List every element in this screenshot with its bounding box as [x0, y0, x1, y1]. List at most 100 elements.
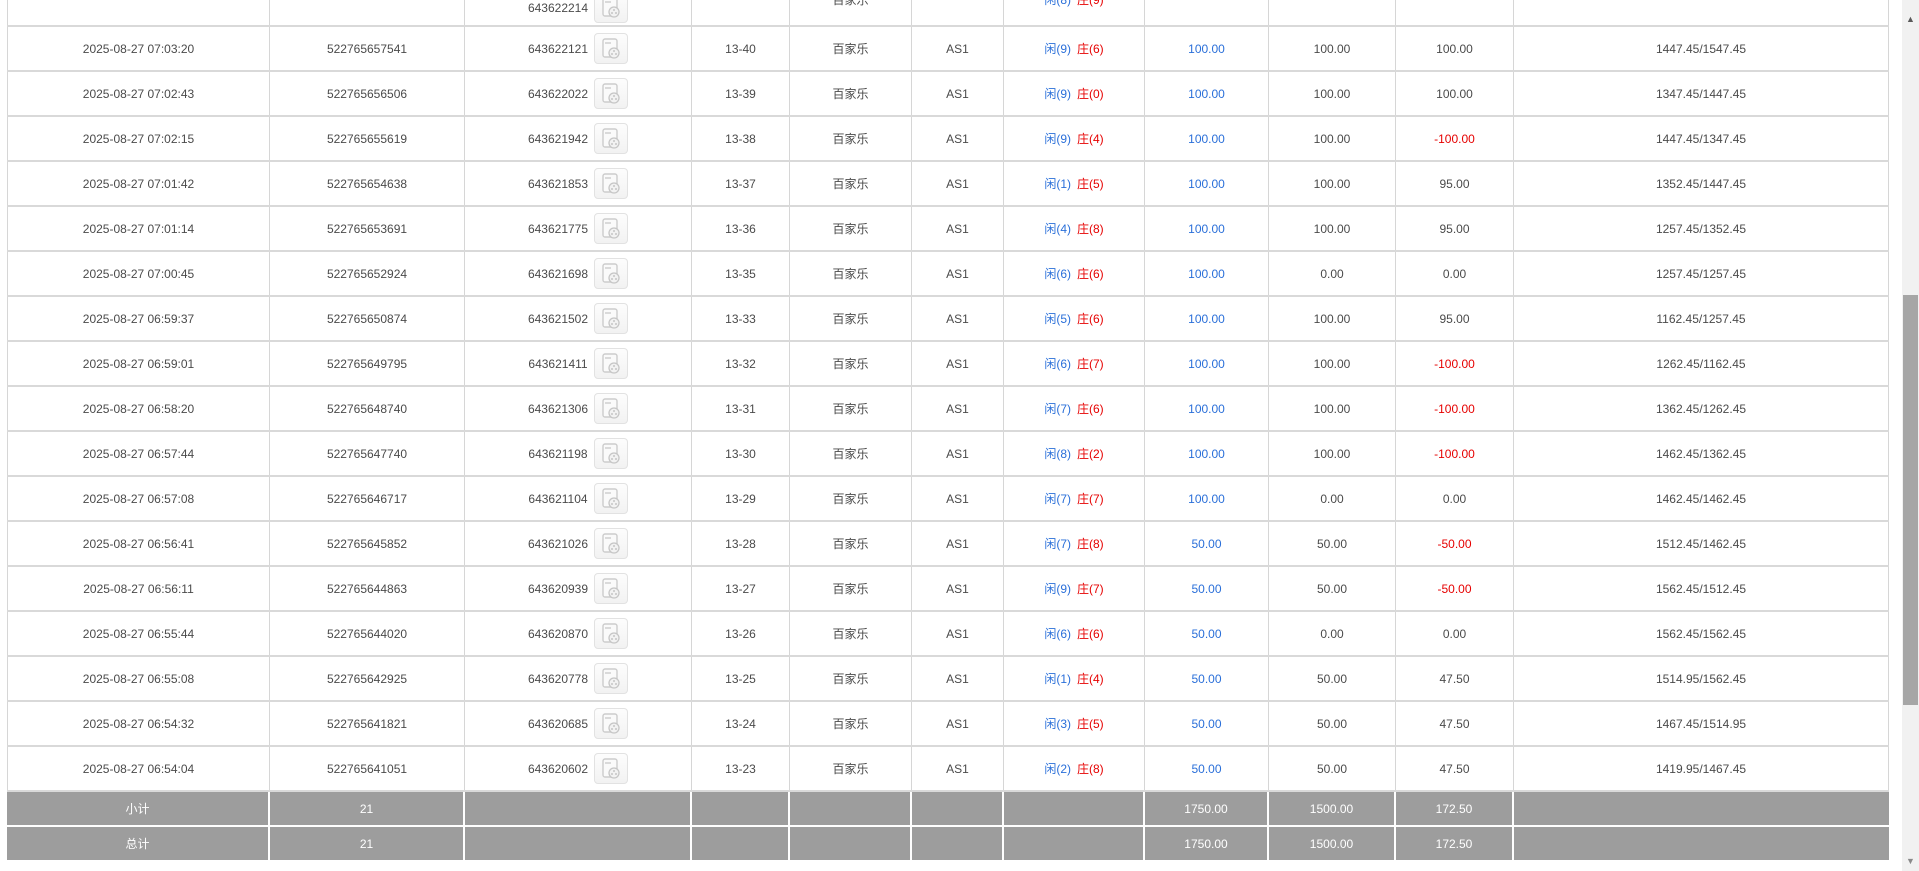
win-loss: 95.00 — [1439, 312, 1469, 326]
bet-amount-link[interactable]: 100.00 — [1188, 402, 1225, 416]
bet-amount-link[interactable]: 100.00 — [1188, 222, 1225, 236]
bet-amount-link[interactable]: 100.00 — [1188, 87, 1225, 101]
bet-amount-link[interactable]: 50.00 — [1191, 627, 1221, 641]
bet-amount-link[interactable]: 100.00 — [1188, 267, 1225, 281]
game-no: 643621853 — [528, 177, 588, 191]
vertical-scrollbar[interactable]: ▲ ▼ — [1902, 0, 1919, 871]
video-replay-icon — [601, 758, 621, 780]
cell-time: 2025-08-27 06:57:08 — [7, 477, 270, 520]
bet-amount-link[interactable]: 50.00 — [1191, 672, 1221, 686]
subtotal-win-loss: 172.50 — [1396, 792, 1514, 825]
bet-amount-link[interactable]: 100.00 — [1188, 132, 1225, 146]
cell-game-no: 643621698 — [465, 252, 692, 295]
cell-bet: 100.00 — [1145, 432, 1269, 475]
result-player: 闲(1) — [1044, 670, 1071, 687]
video-replay-button[interactable] — [594, 348, 628, 379]
cell-bet: 100.00 — [1145, 207, 1269, 250]
table-code: AS1 — [946, 87, 969, 101]
bet-serial: 522765654638 — [327, 177, 407, 191]
cell-round — [692, 0, 790, 25]
bet-amount-link[interactable]: 100.00 — [1188, 312, 1225, 326]
cell-win-loss: 95.00 — [1396, 297, 1514, 340]
cell-win-loss: 47.50 — [1396, 702, 1514, 745]
round-no: 13-28 — [725, 537, 756, 551]
cell-bet: 100.00 — [1145, 162, 1269, 205]
cell-result: 闲(4) 庄(8) — [1004, 207, 1145, 250]
video-replay-button[interactable] — [594, 393, 628, 424]
cell-valid: 100.00 — [1269, 297, 1396, 340]
scroll-down-button[interactable]: ▼ — [1902, 852, 1919, 869]
round-no: 13-27 — [725, 582, 756, 596]
cell-time: 2025-08-27 06:55:44 — [7, 612, 270, 655]
balance: 1512.45/1462.45 — [1656, 537, 1746, 551]
bet-amount-link[interactable]: 50.00 — [1191, 717, 1221, 731]
bet-amount-link[interactable]: 100.00 — [1188, 492, 1225, 506]
cell-result: 闲(1) 庄(5) — [1004, 162, 1145, 205]
game-history-screen: 643622214 百家乐 — [0, 0, 1919, 871]
video-replay-icon — [601, 128, 621, 150]
cell-balance: 1352.45/1447.45 — [1514, 162, 1889, 205]
cell-balance: 1562.45/1562.45 — [1514, 612, 1889, 655]
game-type: 百家乐 — [832, 625, 868, 642]
valid-amount: 100.00 — [1314, 132, 1351, 146]
cell-round: 13-25 — [692, 657, 790, 700]
bet-amount-link[interactable]: 50.00 — [1191, 582, 1221, 596]
video-replay-button[interactable] — [594, 483, 628, 514]
result-player: 闲(9) — [1044, 580, 1071, 597]
bet-serial: 522765642925 — [327, 672, 407, 686]
game-no: 643621942 — [528, 132, 588, 146]
balance: 1257.45/1257.45 — [1656, 267, 1746, 281]
valid-amount: 100.00 — [1314, 447, 1351, 461]
table-row: 2025-08-27 07:03:20 522765657541 6436221… — [7, 27, 1889, 72]
video-replay-button[interactable] — [594, 663, 628, 694]
bet-serial: 522765647740 — [327, 447, 407, 461]
bet-amount-link[interactable]: 100.00 — [1188, 357, 1225, 371]
win-loss: -100.00 — [1434, 402, 1475, 416]
win-loss: 100.00 — [1436, 42, 1473, 56]
bet-amount-link[interactable]: 100.00 — [1188, 177, 1225, 191]
video-replay-button[interactable] — [594, 528, 628, 559]
bet-amount-link[interactable]: 50.00 — [1191, 537, 1221, 551]
scroll-up-button[interactable]: ▲ — [1902, 10, 1919, 27]
video-replay-icon — [601, 668, 621, 690]
game-type: 百家乐 — [832, 85, 868, 102]
table-row: 2025-08-27 06:59:01 522765649795 6436214… — [7, 342, 1889, 387]
table-code: AS1 — [946, 312, 969, 326]
cell-table: AS1 — [912, 522, 1004, 565]
video-replay-button[interactable] — [594, 258, 628, 289]
video-replay-button[interactable] — [594, 168, 628, 199]
video-replay-button[interactable] — [594, 618, 628, 649]
result-banker: 庄(5) — [1077, 175, 1104, 192]
video-replay-button[interactable] — [594, 123, 628, 154]
result-player: 闲(6) — [1044, 625, 1071, 642]
bet-serial: 522765641821 — [327, 717, 407, 731]
result-banker: 庄(4) — [1077, 130, 1104, 147]
video-replay-button[interactable] — [594, 33, 628, 64]
game-type: 百家乐 — [832, 490, 868, 507]
video-replay-button[interactable] — [594, 213, 628, 244]
bet-amount-link[interactable]: 100.00 — [1188, 42, 1225, 56]
cell-game-no: 643621104 — [465, 477, 692, 520]
cell-win-loss: -50.00 — [1396, 567, 1514, 610]
cell-game-type: 百家乐 — [790, 747, 912, 790]
game-type: 百家乐 — [832, 400, 868, 417]
video-replay-button[interactable] — [594, 0, 628, 23]
cell-result: 闲(8) 庄(9) — [1004, 0, 1145, 25]
bet-amount-link[interactable]: 50.00 — [1191, 762, 1221, 776]
cell-balance: 1447.45/1347.45 — [1514, 117, 1889, 160]
video-replay-button[interactable] — [594, 753, 628, 784]
video-replay-button[interactable] — [594, 573, 628, 604]
video-replay-button[interactable] — [594, 708, 628, 739]
cell-time: 2025-08-27 06:54:04 — [7, 747, 270, 790]
video-replay-button[interactable] — [594, 78, 628, 109]
cell-game-type: 百家乐 — [790, 612, 912, 655]
bet-time: 2025-08-27 06:56:11 — [83, 582, 194, 596]
video-replay-button[interactable] — [594, 438, 628, 469]
video-replay-icon — [601, 38, 621, 60]
bet-amount-link[interactable]: 100.00 — [1188, 447, 1225, 461]
valid-amount: 100.00 — [1314, 222, 1351, 236]
video-replay-button[interactable] — [594, 303, 628, 334]
scrollbar-thumb[interactable] — [1903, 295, 1918, 705]
result-player: 闲(9) — [1044, 130, 1071, 147]
cell-bet: 50.00 — [1145, 612, 1269, 655]
